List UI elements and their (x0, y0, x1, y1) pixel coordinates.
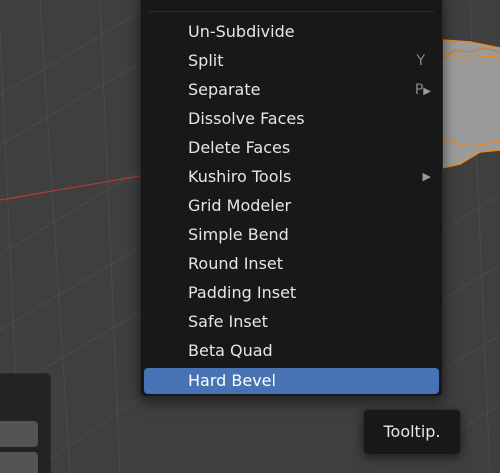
menu-item-label: Kushiro Tools (188, 167, 292, 186)
menu-separator (149, 11, 434, 12)
submenu-arrow-icon: ▶ (423, 86, 431, 97)
menu-list: Un-Subdivide Split Y Separate P▶ Dissolv… (141, 18, 442, 394)
side-panel-button[interactable] (0, 452, 38, 473)
menu-item-safe-inset[interactable]: Safe Inset (144, 308, 439, 337)
3d-viewport[interactable]: Un-Subdivide Split Y Separate P▶ Dissolv… (0, 0, 500, 473)
menu-item-simple-bend[interactable]: Simple Bend (144, 221, 439, 250)
menu-item-padding-inset[interactable]: Padding Inset (144, 279, 439, 308)
menu-item-label: Round Inset (188, 254, 284, 273)
menu-item-label: Simple Bend (188, 225, 289, 244)
menu-item-label: Padding Inset (188, 283, 297, 302)
context-menu: Un-Subdivide Split Y Separate P▶ Dissolv… (140, 0, 443, 397)
menu-item-un-subdivide[interactable]: Un-Subdivide (144, 18, 439, 47)
menu-item-label: Hard Bevel (188, 371, 276, 390)
submenu-arrow-icon: ▶ (422, 170, 431, 183)
shortcut-label: Y (416, 53, 425, 69)
menu-item-delete-faces[interactable]: Delete Faces (144, 134, 439, 163)
menu-item-label: Beta Quad (188, 341, 273, 360)
menu-item-label: Safe Inset (188, 312, 268, 331)
side-panel (0, 373, 51, 473)
tooltip-text: Tooltip. (383, 422, 441, 441)
x-axis-line (0, 175, 141, 201)
side-panel-button[interactable] (0, 421, 38, 447)
menu-item-round-inset[interactable]: Round Inset (144, 250, 439, 279)
mesh-object (441, 39, 500, 169)
menu-item-beta-quad[interactable]: Beta Quad (144, 337, 439, 366)
menu-item-label: Dissolve Faces (188, 109, 305, 128)
shortcut-label: P▶ (414, 82, 431, 98)
menu-item-label: Split (188, 51, 224, 70)
menu-item-label: Separate (188, 80, 261, 99)
menu-item-split[interactable]: Split Y (144, 47, 439, 76)
menu-item-kushiro-tools[interactable]: Kushiro Tools ▶ (144, 163, 439, 192)
menu-item-hard-bevel[interactable]: Hard Bevel (144, 368, 439, 394)
menu-item-grid-modeler[interactable]: Grid Modeler (144, 192, 439, 221)
tooltip: Tooltip. (363, 409, 461, 455)
menu-item-label: Un-Subdivide (188, 22, 295, 41)
menu-item-label: Delete Faces (188, 138, 291, 157)
menu-item-separate[interactable]: Separate P▶ (144, 76, 439, 105)
menu-item-dissolve-faces[interactable]: Dissolve Faces (144, 105, 439, 134)
menu-item-label: Grid Modeler (188, 196, 292, 215)
